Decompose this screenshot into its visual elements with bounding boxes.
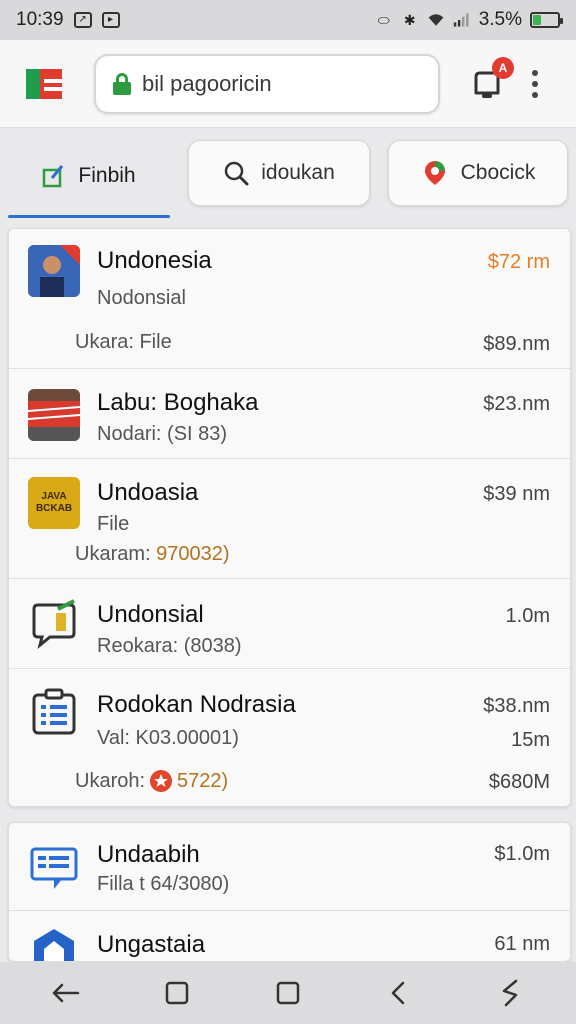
- item-subtitle: Reokara: (8038): [97, 635, 242, 657]
- item-amount: $23.nm: [483, 393, 550, 415]
- shield-home-icon: [28, 927, 80, 961]
- map-pin-icon: [424, 161, 445, 185]
- chevron-left-icon: [391, 981, 405, 1005]
- tab-search-label: idoukan: [261, 161, 335, 184]
- item-title: Undonsial: [97, 601, 204, 628]
- square-icon: [276, 981, 300, 1005]
- message-screen-icon: [28, 841, 80, 893]
- java-logo-icon: JAVA BCKAB: [28, 477, 80, 529]
- item-subtitle: Filla t 64/3080): [97, 873, 230, 895]
- tab-finbih[interactable]: Finbih: [8, 134, 170, 218]
- tab-search[interactable]: idoukan: [188, 140, 370, 206]
- item-extra-amount: $680M: [488, 771, 550, 793]
- nav-home-button[interactable]: [157, 973, 197, 1013]
- nav-chevron-button[interactable]: [379, 973, 419, 1013]
- more-menu-icon[interactable]: [532, 69, 538, 98]
- notification-badge: A: [492, 56, 514, 79]
- search-icon: [224, 161, 249, 186]
- item-title: Labu: Boghaka: [97, 389, 259, 416]
- item-title: Undaabih: [97, 841, 200, 868]
- assist-icon: [503, 979, 518, 1007]
- screenshot-notif-icon: ↗: [73, 12, 92, 28]
- status-bar: 10:39 ↗ ▸ ⬭ ✱ 3.5%: [0, 0, 576, 40]
- list-card: Undonesia Nodonsial $72 rm Ukara: File $…: [8, 228, 571, 807]
- list-item[interactable]: Undaabih Filla t 64/3080) $1.0m: [9, 823, 570, 911]
- star-badge-icon: [150, 770, 173, 792]
- battery-icon: [530, 12, 563, 28]
- item-title: Ungastaia: [97, 931, 206, 958]
- item-amount: $72 rm: [487, 251, 550, 273]
- item-subtitle: Val: K03.00001): [97, 727, 239, 749]
- item-amount: $1.0m: [494, 843, 550, 865]
- item-extra: Ukaroh: 5722): [75, 769, 229, 792]
- url-text: bil pagooricin: [142, 70, 272, 96]
- item-amount: $39 nm: [483, 483, 550, 505]
- list-card-secondary: Undaabih Filla t 64/3080) $1.0m Ungastai…: [8, 822, 571, 962]
- system-nav-bar: [0, 962, 576, 1024]
- item-amount: 61 nm: [494, 933, 550, 955]
- sync-icon: ⬭: [377, 11, 390, 28]
- app-logo[interactable]: [26, 68, 64, 99]
- media-notif-icon: ▸: [101, 12, 120, 28]
- list-item[interactable]: Labu: Boghaka Nodari: (SI 83) $23.nm: [9, 369, 570, 459]
- item-extra-amount: $89.nm: [483, 333, 550, 355]
- item-amount: $38.nm: [483, 695, 550, 717]
- lock-icon: [112, 72, 132, 95]
- nav-back-button[interactable]: [46, 973, 86, 1013]
- tab-cbocick-label: Cbocick: [460, 161, 536, 184]
- clipboard-list-icon: [28, 687, 80, 739]
- profile-photo-icon: [28, 245, 80, 297]
- list-item[interactable]: JAVA BCKAB Undoasia File $39 nm Ukaram: …: [9, 459, 570, 579]
- list-item[interactable]: Rodokan Nodrasia Val: K03.00001) $38.nm …: [9, 669, 570, 807]
- signal-icon: [453, 11, 471, 29]
- bluetooth-icon: ✱: [403, 11, 416, 28]
- edit-box-icon: [43, 165, 64, 188]
- list-item[interactable]: Undonsial Reokara: (8038) 1.0m: [9, 579, 570, 669]
- chat-bubble-icon: [28, 599, 80, 651]
- item-extra: Ukaram: 970032): [75, 543, 230, 565]
- list-item[interactable]: Undonesia Nodonsial $72 rm Ukara: File $…: [9, 229, 570, 369]
- square-icon: [165, 981, 189, 1005]
- item-title: Undonesia: [97, 247, 212, 274]
- item-subtitle: Nodari: (SI 83): [97, 423, 228, 445]
- tab-bar: Finbih idoukan Cbocick: [0, 128, 576, 218]
- item-title: Undoasia: [97, 479, 199, 506]
- item-title: Rodokan Nodrasia: [97, 691, 296, 718]
- battery-percent: 3.5%: [478, 9, 522, 30]
- app-bar: bil pagooricin A: [0, 40, 576, 128]
- notification-button[interactable]: A: [470, 56, 514, 101]
- item-amount-secondary: 15m: [511, 729, 550, 751]
- item-subtitle: File: [97, 513, 130, 535]
- wifi-icon: [427, 11, 445, 29]
- status-time: 10:39: [16, 9, 64, 30]
- tab-finbih-label: Finbih: [78, 164, 136, 187]
- item-extra-label: Ukara: File: [75, 331, 172, 353]
- list-item[interactable]: Ungastaia 61 nm: [9, 911, 570, 961]
- item-amount: 1.0m: [505, 605, 550, 627]
- tab-cbocick[interactable]: Cbocick: [388, 140, 568, 206]
- nav-recents-button[interactable]: [268, 973, 308, 1013]
- item-subtitle: Nodonsial: [97, 287, 186, 309]
- banner-photo-icon: [28, 389, 80, 441]
- arrow-left-icon: [52, 983, 79, 1003]
- nav-assist-button[interactable]: [490, 973, 530, 1013]
- url-bar[interactable]: bil pagooricin: [94, 53, 440, 114]
